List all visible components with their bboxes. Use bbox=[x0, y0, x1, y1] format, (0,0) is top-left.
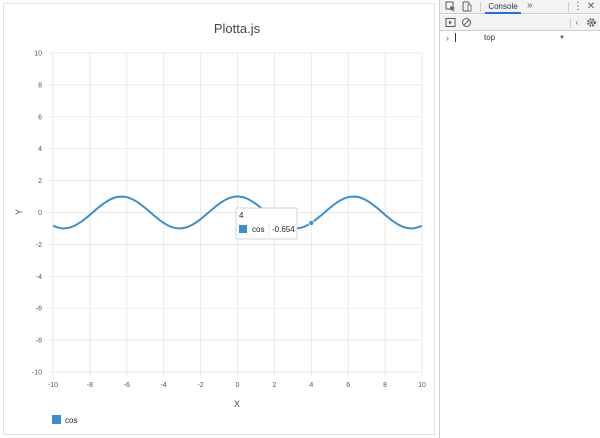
x-tick-label: -8 bbox=[87, 382, 93, 389]
tooltip-series-swatch bbox=[239, 225, 247, 233]
x-tick-label: 8 bbox=[383, 382, 387, 389]
x-tick-label: 2 bbox=[272, 382, 276, 389]
y-tick-label: -10 bbox=[32, 370, 42, 377]
tooltip-x-value: 4 bbox=[239, 211, 244, 220]
y-tick-label: -4 bbox=[36, 274, 42, 281]
clear-console-icon[interactable] bbox=[461, 17, 472, 28]
devtools-tabbar: Console » ⋮ ✕ bbox=[440, 0, 600, 14]
x-tick-label: 6 bbox=[346, 382, 350, 389]
tooltip-box bbox=[235, 207, 298, 240]
y-tick-label: 8 bbox=[38, 82, 42, 89]
tick-labels: -10 -8 -6 -4 -2 0 2 4 6 8 10 -10 -8 -6 -4 -2 0 2 4 6 8 10 bbox=[32, 51, 426, 390]
chevron-left-icon[interactable]: ‹ bbox=[573, 17, 581, 29]
sidebar-toggle-icon[interactable] bbox=[445, 17, 456, 28]
more-tabs-button[interactable]: » bbox=[527, 0, 533, 12]
y-tick-label: -8 bbox=[36, 338, 42, 345]
close-icon[interactable]: ✕ bbox=[586, 1, 596, 13]
x-tick-label: 4 bbox=[309, 382, 313, 389]
chevron-down-icon: ▼ bbox=[559, 35, 565, 41]
plot-svg[interactable]: Plotta.js -10 -8 -6 -4 -2 0 2 4 6 8 10 -10 -8 -6 -4 -2 0… bbox=[0, 0, 439, 438]
y-tick-label: -6 bbox=[36, 306, 42, 313]
x-axis-label: X bbox=[234, 399, 240, 409]
context-selector[interactable]: top ▼ bbox=[481, 32, 567, 44]
toolbar-separator bbox=[570, 18, 571, 28]
y-tick-label: 4 bbox=[38, 146, 42, 153]
y-tick-label: 0 bbox=[38, 210, 42, 217]
context-selector-value: top bbox=[484, 33, 496, 42]
legend[interactable]: cos bbox=[52, 415, 77, 425]
tabbar-separator bbox=[568, 2, 569, 12]
y-tick-label: 10 bbox=[34, 51, 42, 58]
grid-layer bbox=[49, 52, 423, 376]
y-tick-label: 6 bbox=[38, 114, 42, 121]
device-toolbar-icon[interactable] bbox=[461, 1, 472, 12]
y-axis-label: Y bbox=[14, 209, 24, 215]
tooltip-y-value: -0.654 bbox=[272, 225, 295, 234]
console-input[interactable] bbox=[455, 33, 456, 42]
tabbar-separator bbox=[480, 2, 481, 12]
legend-label-cos[interactable]: cos bbox=[65, 416, 77, 425]
kebab-menu-icon[interactable]: ⋮ bbox=[573, 1, 583, 13]
gear-icon[interactable] bbox=[586, 17, 597, 28]
console-toolbar: top ▼ ‹ bbox=[440, 15, 600, 42]
y-tick-label: -2 bbox=[36, 242, 42, 249]
devtools-panel: Console » ⋮ ✕ top ▼ ‹ › bbox=[439, 0, 600, 438]
x-tick-label: -6 bbox=[124, 382, 130, 389]
page-area: Plotta.js -10 -8 -6 -4 -2 0 2 4 6 8 10 -10 -8 -6 -4 -2 0… bbox=[0, 0, 439, 438]
x-tick-label: 0 bbox=[236, 382, 240, 389]
x-tick-label: -4 bbox=[161, 382, 167, 389]
x-tick-label: -2 bbox=[197, 382, 203, 389]
x-tick-label: 10 bbox=[418, 382, 426, 389]
inspect-element-icon[interactable] bbox=[445, 1, 456, 12]
console-prompt-icon: › bbox=[446, 33, 449, 43]
tab-console[interactable]: Console bbox=[485, 0, 521, 14]
x-tick-label: -10 bbox=[48, 382, 58, 389]
plot-title: Plotta.js bbox=[214, 21, 261, 36]
tooltip-series-name: cos bbox=[252, 225, 264, 234]
legend-swatch-cos[interactable] bbox=[52, 415, 61, 424]
y-tick-label: 2 bbox=[38, 178, 42, 185]
